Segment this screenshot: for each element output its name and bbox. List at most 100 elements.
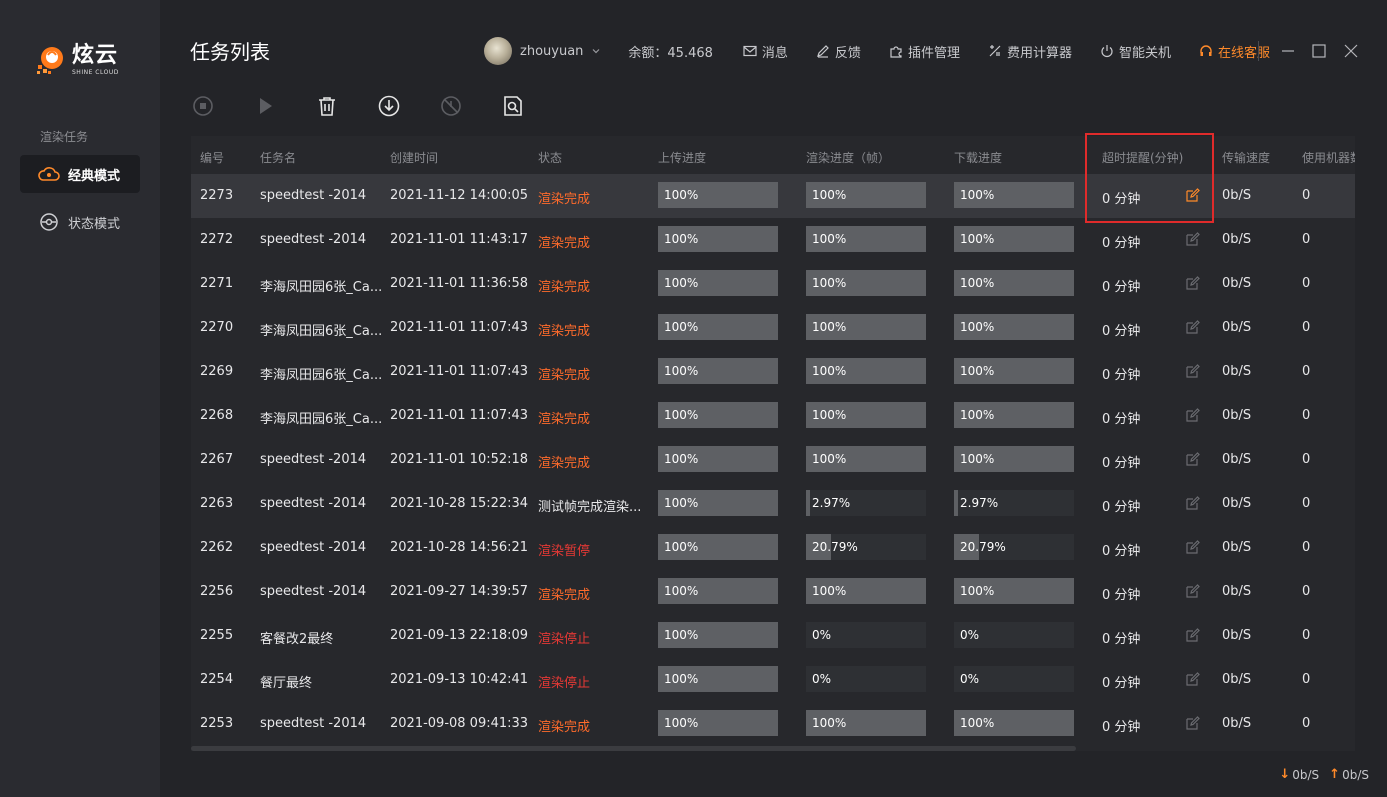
- table-row[interactable]: 2253 speedtest -2014 2021-09-08 09:41:33 渲染…: [191, 702, 1355, 746]
- cell-id: 2271: [200, 276, 234, 291]
- table-row[interactable]: 2262 speedtest -2014 2021-10-28 14:56:21 渲染…: [191, 526, 1355, 570]
- nav-label: 反馈: [834, 45, 861, 61]
- table-row[interactable]: 2270 李海凤田园6张_Ca... 2021-11-01 11:07:43 渲染完成…: [191, 306, 1355, 350]
- cell-timeout: 0 分钟: [1102, 280, 1141, 295]
- col-speed[interactable]: 传输速度: [1222, 149, 1270, 166]
- table-header: 编号 任务名 创建时间 状态 上传进度 渲染进度（帧） 下载进度 超时提醒(分钟…: [191, 136, 1355, 176]
- cell-status: 渲染完成: [538, 720, 591, 735]
- cell-machines: 0: [1302, 716, 1311, 731]
- edit-icon[interactable]: [1186, 496, 1200, 510]
- upload-progress: 100%: [658, 446, 778, 472]
- cell-id: 2253: [200, 716, 234, 731]
- sidebar: 炫云 SHINE CLOUD 渲染任务 经典模式 状态模式: [0, 0, 160, 797]
- cell-name: speedtest -2014: [260, 496, 367, 511]
- download-progress: 100%: [954, 710, 1074, 736]
- nav-label: 费用计算器: [1006, 45, 1072, 61]
- cell-speed: 0b/S: [1222, 628, 1252, 643]
- progress-label: 100%: [664, 232, 699, 246]
- render-progress: 100%: [806, 270, 926, 296]
- col-status[interactable]: 状态: [538, 149, 562, 166]
- sidebar-item-status-mode[interactable]: 状态模式: [20, 203, 140, 241]
- nav-online-support[interactable]: 在线客服: [1199, 42, 1270, 61]
- edit-icon[interactable]: [1186, 716, 1200, 730]
- edit-icon[interactable]: [1186, 672, 1200, 686]
- start-button[interactable]: [252, 93, 278, 119]
- delete-button[interactable]: [314, 93, 340, 119]
- progress-label: 100%: [960, 408, 995, 422]
- progress-label: 100%: [812, 188, 847, 202]
- edit-icon[interactable]: [1186, 188, 1200, 202]
- close-button[interactable]: [1341, 41, 1361, 61]
- nav-label: 在线客服: [1217, 45, 1270, 61]
- table-row[interactable]: 2273 speedtest -2014 2021-11-12 14:00:05 渲染…: [191, 174, 1355, 218]
- edit-icon[interactable]: [1186, 232, 1200, 246]
- progress-label: 100%: [812, 408, 847, 422]
- cell-created: 2021-11-01 11:07:43: [390, 364, 529, 379]
- edit-icon[interactable]: [1186, 584, 1200, 598]
- progress-label: 100%: [664, 364, 699, 378]
- render-progress: 100%: [806, 314, 926, 340]
- progress-label: 2.97%: [960, 496, 999, 510]
- edit-icon[interactable]: [1186, 364, 1200, 378]
- sidebar-item-classic-mode[interactable]: 经典模式: [20, 155, 140, 193]
- progress-label: 100%: [812, 232, 847, 246]
- upload-progress: 100%: [658, 182, 778, 208]
- progress-label: 100%: [664, 672, 699, 686]
- cell-id: 2262: [200, 540, 234, 555]
- stop-button[interactable]: [190, 93, 216, 119]
- minimize-button[interactable]: [1278, 41, 1298, 61]
- nav-messages[interactable]: 消息: [743, 42, 788, 61]
- edit-icon[interactable]: [1186, 276, 1200, 290]
- table-row[interactable]: 2269 李海凤田园6张_Ca... 2021-11-01 11:07:43 渲染完成…: [191, 350, 1355, 394]
- nav-feedback[interactable]: 反馈: [816, 42, 861, 61]
- edit-icon[interactable]: [1186, 628, 1200, 642]
- table-row[interactable]: 2255 客餐改2最终 2021-09-13 22:18:09 渲染停止 100% 0% 0…: [191, 614, 1355, 658]
- edit-icon[interactable]: [1186, 408, 1200, 422]
- download-button[interactable]: [376, 93, 402, 119]
- table-row[interactable]: 2271 李海凤田园6张_Ca... 2021-11-01 11:36:58 渲染完成…: [191, 262, 1355, 306]
- cell-created: 2021-10-28 15:22:34: [390, 496, 529, 511]
- sidebar-item-label: 状态模式: [68, 216, 121, 232]
- cell-status: 渲染完成: [538, 280, 591, 295]
- nav-plugin-manager[interactable]: 插件管理: [889, 42, 960, 61]
- col-id[interactable]: 编号: [200, 149, 224, 166]
- cell-machines: 0: [1302, 540, 1311, 555]
- progress-label: 2.97%: [812, 496, 851, 510]
- nav-cost-calculator[interactable]: 费用计算器: [988, 42, 1072, 61]
- table-row[interactable]: 2272 speedtest -2014 2021-11-01 11:43:17 渲染…: [191, 218, 1355, 262]
- col-timeout[interactable]: 超时提醒(分钟): [1102, 149, 1183, 166]
- col-render[interactable]: 渲染进度（帧）: [806, 149, 890, 166]
- cell-name: 餐厅最终: [260, 676, 313, 691]
- edit-icon[interactable]: [1186, 452, 1200, 466]
- cell-timeout: 0 分钟: [1102, 236, 1141, 251]
- cell-machines: 0: [1302, 452, 1311, 467]
- maximize-button[interactable]: [1309, 41, 1329, 61]
- col-machines[interactable]: 使用机器数: [1302, 149, 1355, 166]
- col-name[interactable]: 任务名: [260, 149, 296, 166]
- search-file-icon: [504, 96, 522, 116]
- user-menu[interactable]: zhouyuan: [484, 37, 606, 65]
- col-created[interactable]: 创建时间: [390, 149, 438, 166]
- upload-speed: ↑ 0b/S: [1329, 767, 1369, 782]
- table-row[interactable]: 2263 speedtest -2014 2021-10-28 15:22:34 测试…: [191, 482, 1355, 526]
- cell-machines: 0: [1302, 584, 1311, 599]
- horizontal-scrollbar[interactable]: [191, 746, 1076, 751]
- col-upload[interactable]: 上传进度: [658, 149, 706, 166]
- chevron-down-icon: [592, 49, 600, 54]
- upload-progress: 100%: [658, 578, 778, 604]
- disable-button[interactable]: [438, 93, 464, 119]
- table-row[interactable]: 2268 李海凤田园6张_Ca... 2021-11-01 11:07:43 渲染完成…: [191, 394, 1355, 438]
- view-details-button[interactable]: [500, 93, 526, 119]
- col-download[interactable]: 下载进度: [954, 149, 1002, 166]
- upload-speed-value: 0b/S: [1342, 767, 1369, 782]
- edit-icon[interactable]: [1186, 320, 1200, 334]
- render-progress: 100%: [806, 710, 926, 736]
- cell-id: 2254: [200, 672, 234, 687]
- table-row[interactable]: 2256 speedtest -2014 2021-09-27 14:39:57 渲染…: [191, 570, 1355, 614]
- nav-smart-shutdown[interactable]: 智能关机: [1100, 42, 1171, 61]
- table-row[interactable]: 2267 speedtest -2014 2021-11-01 10:52:18 渲染…: [191, 438, 1355, 482]
- edit-icon[interactable]: [1186, 540, 1200, 554]
- cell-created: 2021-11-01 11:36:58: [390, 276, 529, 291]
- balance-text: 余额：45.468: [628, 45, 713, 61]
- table-row[interactable]: 2254 餐厅最终 2021-09-13 10:42:41 渲染停止 100% 0% 0% 0…: [191, 658, 1355, 702]
